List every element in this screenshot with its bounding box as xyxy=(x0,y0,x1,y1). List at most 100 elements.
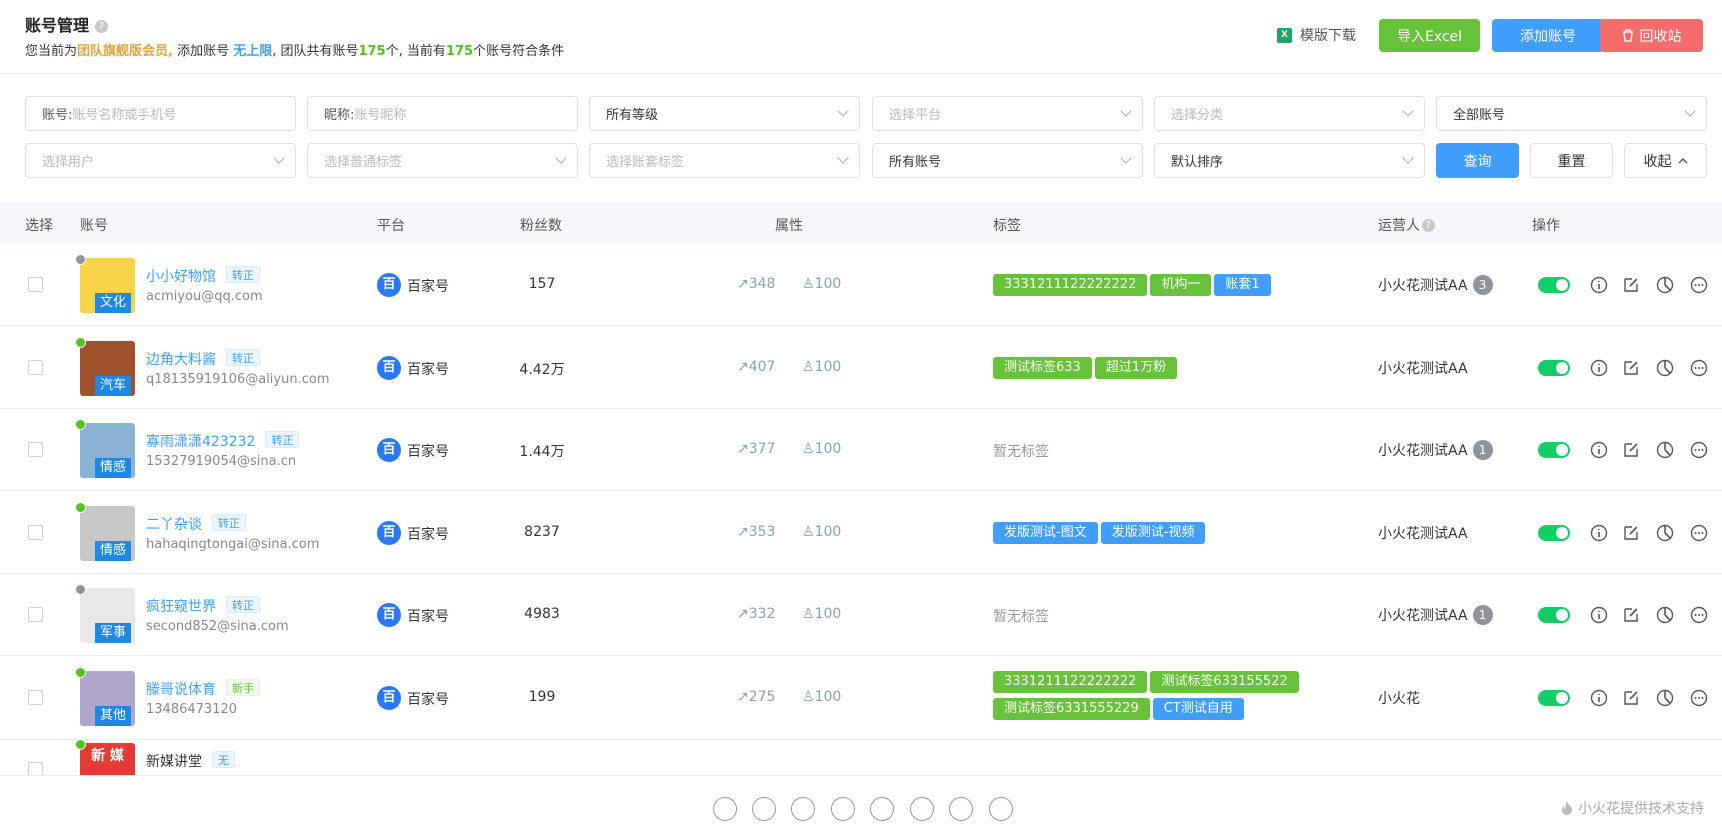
info-icon[interactable] xyxy=(1590,606,1608,624)
status-badge: 转正 xyxy=(265,431,300,448)
row-checkbox[interactable] xyxy=(28,607,43,622)
fans-count: 157 xyxy=(528,276,556,292)
query-button[interactable]: 查询 xyxy=(1436,143,1519,178)
reset-button[interactable]: 重置 xyxy=(1530,143,1613,178)
row-checkbox[interactable] xyxy=(28,442,43,457)
import-excel-button[interactable]: 导入Excel xyxy=(1379,19,1480,52)
recycle-bin-button[interactable]: 回收站 xyxy=(1600,19,1703,52)
edit-icon[interactable] xyxy=(1622,441,1640,459)
trend-icon: ↗ xyxy=(737,276,749,292)
account-enable-toggle[interactable] xyxy=(1538,360,1570,376)
account-enable-toggle[interactable] xyxy=(1538,607,1570,623)
help-icon[interactable]: ? xyxy=(1422,219,1435,232)
platform-select[interactable]: 选择平台 xyxy=(872,96,1143,131)
column-attr: 属性 xyxy=(775,218,803,234)
edit-icon[interactable] xyxy=(1622,359,1640,377)
info-icon[interactable] xyxy=(1590,359,1608,377)
page-header: 账号管理? 您当前为团队旗舰版会员, 添加账号 无上限, 团队共有账号175个,… xyxy=(0,0,1722,74)
row-checkbox[interactable] xyxy=(28,525,43,540)
normal-tag-select[interactable]: 选择普通标签 xyxy=(307,143,578,178)
more-icon[interactable] xyxy=(1690,606,1708,624)
more-icon[interactable] xyxy=(1690,276,1708,294)
grid-icon[interactable] xyxy=(870,797,894,821)
user-select[interactable]: 选择用户 xyxy=(25,143,296,178)
delete-icon[interactable] xyxy=(989,797,1013,821)
stats-icon[interactable] xyxy=(1656,276,1674,294)
table-row[interactable]: 汽车 边角大料酱 转正 q18135919106@aliyun.com 百百家号 4.42… xyxy=(0,326,1722,409)
table-row[interactable]: 情感 寡雨潇潇423232 转正 15327919054@sina.cn 百百家号 1.4… xyxy=(0,409,1722,491)
sort-select-value: 默认排序 xyxy=(1171,155,1224,170)
account-name[interactable]: 新媒讲堂 xyxy=(146,754,202,770)
set-tag-select[interactable]: 选择账套标签 xyxy=(589,143,860,178)
info-icon[interactable] xyxy=(1590,689,1608,707)
category-label: 军事 xyxy=(95,623,131,643)
score-attr: ♙100 xyxy=(802,606,841,622)
stats-icon[interactable] xyxy=(1656,359,1674,377)
no-tag-text: 暂无标签 xyxy=(993,444,1049,460)
account-enable-toggle[interactable] xyxy=(1538,525,1570,541)
category-select[interactable]: 选择分类 xyxy=(1154,96,1425,131)
edit-icon[interactable] xyxy=(1622,606,1640,624)
account-name[interactable]: 边角大料酱 xyxy=(146,352,216,368)
account-name[interactable]: 小小好物馆 xyxy=(146,269,216,285)
more-icon[interactable] xyxy=(1690,359,1708,377)
list-icon[interactable] xyxy=(752,797,776,821)
add-account-button[interactable]: 添加账号 xyxy=(1492,19,1604,52)
row-checkbox[interactable] xyxy=(28,690,43,705)
nickname-search-field[interactable]: 昵称: 账号昵称 xyxy=(307,96,578,131)
avatar-text: 新 媒 xyxy=(91,748,124,764)
edit-icon[interactable] xyxy=(1622,524,1640,542)
operator-name: 小火花测试AA xyxy=(1378,443,1468,459)
edit-icon[interactable] xyxy=(1622,689,1640,707)
stats-icon[interactable] xyxy=(1656,689,1674,707)
stats-icon[interactable] xyxy=(1656,524,1674,542)
info-icon[interactable] xyxy=(1590,276,1608,294)
score-value: 100 xyxy=(814,359,842,375)
tag-icon[interactable] xyxy=(910,797,934,821)
table-row[interactable]: 军事 疯狂窥世界 转正 second852@sina.com 百百家号 4983 ↗332 ♙… xyxy=(0,574,1722,656)
account-type-select[interactable]: 全部账号 xyxy=(1436,96,1707,131)
list-check-icon[interactable] xyxy=(713,797,737,821)
info-icon[interactable] xyxy=(1590,524,1608,542)
template-download-link[interactable]: X 模版下载 xyxy=(1277,25,1356,45)
column-fans[interactable]: 粉丝数 xyxy=(520,215,562,235)
help-icon[interactable]: ? xyxy=(95,20,109,33)
score-value: 100 xyxy=(814,689,842,705)
account-enable-toggle[interactable] xyxy=(1538,690,1570,706)
account-name[interactable]: 疯狂窥世界 xyxy=(146,599,216,615)
status-badge: 转正 xyxy=(226,596,260,613)
table-row[interactable]: 其他 滕哥说体育 新手 13486473120 百百家号 199 ↗275 ♙100 33312… xyxy=(0,656,1722,740)
collapse-button[interactable]: 收起 xyxy=(1624,143,1707,178)
more-icon[interactable] xyxy=(1690,689,1708,707)
trend-icon: ↗ xyxy=(737,689,749,705)
account-name[interactable]: 二丫杂谈 xyxy=(146,517,202,533)
table-row[interactable]: 文化 小小好物馆 转正 acmiyou@qq.com 百百家号 157 ↗348 ♙100 33… xyxy=(0,244,1722,326)
note-icon[interactable] xyxy=(949,797,973,821)
trend-icon: ↗ xyxy=(737,441,749,457)
copy-icon[interactable] xyxy=(791,797,815,821)
account-management-page: { "header": { "title": "账号管理", "help": "… xyxy=(0,0,1722,835)
account-search-field[interactable]: 账号: 账号名称或手机号 xyxy=(25,96,296,131)
account-tag: 测试标签633155522 xyxy=(1150,671,1299,693)
account-scope-select[interactable]: 所有账号 xyxy=(872,143,1143,178)
score-value: 100 xyxy=(814,441,842,457)
tech-support-text: 小火花提供技术支持 xyxy=(1560,798,1704,818)
account-name[interactable]: 寡雨潇潇423232 xyxy=(146,434,255,450)
account-enable-toggle[interactable] xyxy=(1538,442,1570,458)
row-checkbox[interactable] xyxy=(28,360,43,375)
stats-icon[interactable] xyxy=(1656,441,1674,459)
level-select[interactable]: 所有等级 xyxy=(589,96,860,131)
stats-icon[interactable] xyxy=(1656,606,1674,624)
account-name[interactable]: 滕哥说体育 xyxy=(146,682,216,698)
account-tag: 发版测试-图文 xyxy=(993,522,1098,544)
info-icon[interactable] xyxy=(1590,441,1608,459)
account-enable-toggle[interactable] xyxy=(1538,277,1570,293)
table-row[interactable]: 情感 二丫杂谈 转正 hahaqingtongai@sina.com 百百家号 8237 ↗… xyxy=(0,491,1722,574)
edit-icon[interactable] xyxy=(1622,276,1640,294)
trash-icon xyxy=(1622,29,1633,42)
more-icon[interactable] xyxy=(1690,524,1708,542)
user-icon[interactable] xyxy=(831,797,855,821)
sort-select[interactable]: 默认排序 xyxy=(1154,143,1425,178)
more-icon[interactable] xyxy=(1690,441,1708,459)
row-checkbox[interactable] xyxy=(28,277,43,292)
